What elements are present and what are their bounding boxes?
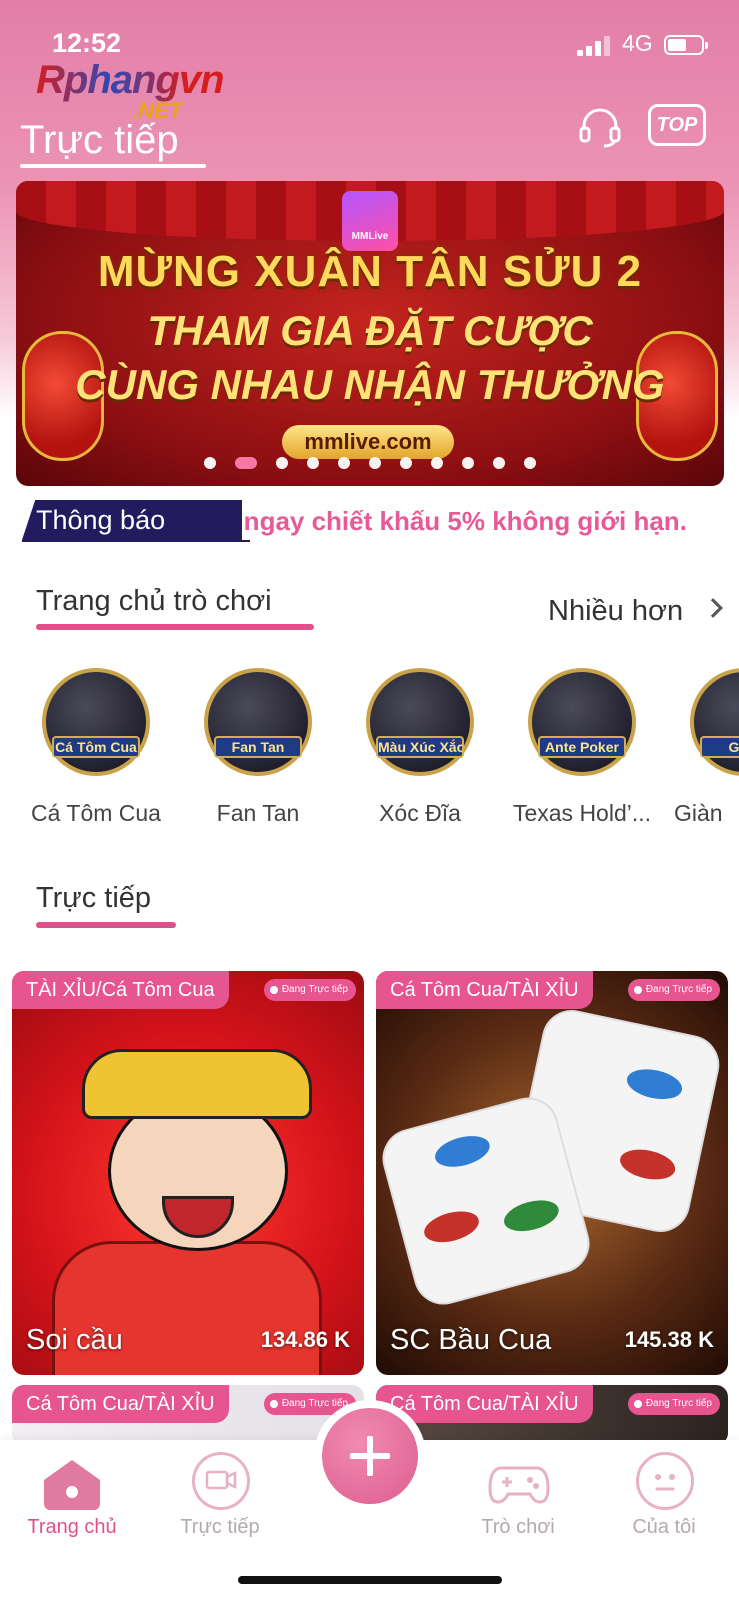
more-games-link[interactable]: Nhiều hơn (548, 595, 683, 628)
game-label: Xóc Đĩa (379, 800, 461, 826)
tab-profile[interactable]: Của tôi (604, 1452, 724, 1552)
game-icon-partial: Giàn (690, 668, 739, 776)
face-icon (636, 1452, 694, 1510)
carousel-dot[interactable] (276, 457, 288, 469)
battery-icon (664, 35, 708, 55)
live-room-card[interactable]: Cá Tôm Cua/TÀI XỈU Đang Trực tiếp (12, 1385, 364, 1445)
games-carousel[interactable]: Cá Tôm Cua Cá Tôm Cua Fan Tan Fan Tan Mà… (0, 668, 739, 838)
banner-line-2: THAM GIA ĐẶT CƯỢC (147, 307, 593, 354)
viewer-count: 145.38 K (624, 1327, 714, 1352)
game-item[interactable]: Màu Xúc Xắc Xóc Đĩa (338, 668, 498, 838)
god-hat (82, 1049, 312, 1119)
carousel-dot[interactable] (400, 457, 412, 469)
game-item[interactable]: Cá Tôm Cua Cá Tôm Cua (14, 668, 174, 838)
games-section-underline (36, 624, 314, 630)
carousel-dots[interactable] (16, 457, 724, 471)
game-icon-poker: Ante Poker (528, 668, 636, 776)
tab-home[interactable]: Trang chủ (12, 1452, 132, 1552)
game-label: Texas Hold’... (512, 800, 652, 826)
gamepad-icon (488, 1466, 550, 1504)
logo-main-text: Rphangvn (36, 58, 225, 102)
card-category-tag: Cá Tôm Cua/TÀI XỈU (376, 971, 593, 1009)
banner-line-3: CÙNG NHAU NHẬN THƯỞNG (75, 361, 665, 408)
plus-icon[interactable] (322, 1408, 418, 1504)
carousel-dot[interactable] (307, 457, 319, 469)
live-room-card[interactable]: Cá Tôm Cua/TÀI XỈU Đang Trực tiếp (376, 1385, 728, 1445)
game-label: Cá Tôm Cua (31, 800, 161, 826)
game-label: Giàn (674, 800, 723, 826)
carousel-dot[interactable] (338, 457, 350, 469)
tab-label: Trò chơi (481, 1516, 555, 1538)
carousel-dot[interactable] (235, 457, 257, 469)
status-time: 12:52 (52, 28, 122, 58)
page-title-underline (20, 164, 206, 168)
notice-bar[interactable]: c ngay chiết khấu 5% không giới hạn. Thô… (22, 500, 739, 542)
game-icon-fish-shrimp-crab: Cá Tôm Cua (42, 668, 150, 776)
tab-label: Trang chủ (27, 1516, 117, 1538)
card-category-tag: Cá Tôm Cua/TÀI XỈU (12, 1385, 229, 1423)
live-room-card[interactable]: Cá Tôm Cua/TÀI XỈU Đang Trực tiếp SC Bầu… (376, 971, 728, 1375)
live-status-badge: Đang Trực tiếp (263, 1393, 356, 1415)
tab-live[interactable]: Trực tiếp (160, 1452, 280, 1552)
live-room-card[interactable]: TÀI XỈU/Cá Tôm Cua Đang Trực tiếp Soi cầ… (12, 971, 364, 1375)
home-icon (44, 1460, 100, 1510)
live-status-badge: Đang Trực tiếp (627, 1393, 720, 1415)
tab-label: Trực tiếp (180, 1516, 260, 1538)
banner-url: mmlive.com (282, 425, 454, 459)
game-item[interactable]: Ante Poker Texas Hold’... (500, 668, 660, 838)
tab-games[interactable]: Trò chơi (458, 1452, 578, 1552)
room-name: Soi cầu (26, 1324, 123, 1356)
banner-headline: MỪNG XUÂN TÂN SỬU 2 (97, 247, 643, 296)
network-type: 4G (622, 30, 653, 56)
room-name: SC Bầu Cua (390, 1324, 552, 1356)
signal-icon (577, 36, 611, 56)
home-indicator[interactable] (238, 1576, 502, 1584)
notice-marquee-text: c ngay chiết khấu 5% không giới hạn. (222, 506, 687, 536)
promo-banner[interactable]: MMLive MỪNG XUÂN TÂN SỬU 2 THAM GIA ĐẶT … (16, 181, 724, 486)
game-icon-fan-tan: Fan Tan (204, 668, 312, 776)
banner-app-logo: MMLive (342, 191, 398, 251)
notice-label: Thông báo (22, 500, 242, 540)
video-icon (192, 1452, 250, 1510)
carousel-dot[interactable] (431, 457, 443, 469)
carousel-dot[interactable] (369, 457, 381, 469)
game-item[interactable]: Giàn Giàn (662, 668, 739, 838)
carousel-dot[interactable] (524, 457, 536, 469)
tab-label: Của tôi (632, 1516, 696, 1538)
notice-underline (22, 540, 250, 542)
card-category-tag: Cá Tôm Cua/TÀI XỈU (376, 1385, 593, 1423)
live-section-title: Trực tiếp (36, 882, 152, 914)
top-ranking-button[interactable]: TOP (648, 104, 706, 146)
live-status-badge: Đang Trực tiếp (627, 979, 720, 1001)
headset-icon[interactable] (578, 104, 622, 148)
carousel-dot[interactable] (204, 457, 216, 469)
card-category-tag: TÀI XỈU/Cá Tôm Cua (12, 971, 229, 1009)
carousel-dot[interactable] (493, 457, 505, 469)
live-section-underline (36, 922, 176, 928)
viewer-count: 134.86 K (260, 1327, 350, 1352)
page-title[interactable]: Trực tiếp (20, 118, 179, 163)
game-item[interactable]: Fan Tan Fan Tan (176, 668, 336, 838)
chevron-right-icon[interactable] (703, 598, 723, 618)
carousel-dot[interactable] (462, 457, 474, 469)
game-icon-dice-color: Màu Xúc Xắc (366, 668, 474, 776)
game-label: Fan Tan (216, 800, 300, 826)
live-status-badge: Đang Trực tiếp (263, 979, 356, 1001)
games-section-title: Trang chủ trò chơi (36, 585, 272, 617)
